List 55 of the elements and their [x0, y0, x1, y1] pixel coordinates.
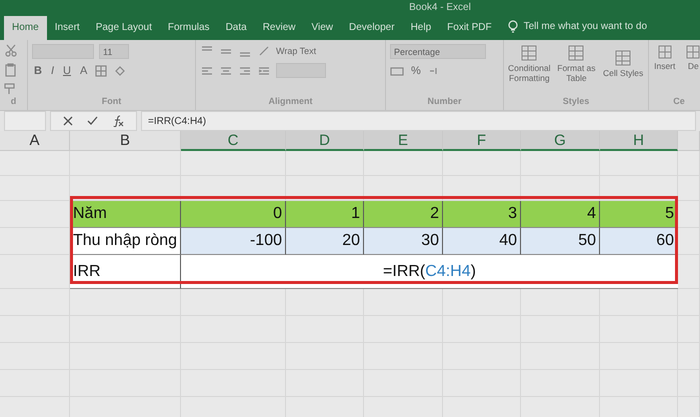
font-format-button[interactable]: U: [61, 65, 73, 77]
table-cell: 20: [286, 228, 364, 255]
window-title: Book4 - Excel: [409, 2, 471, 14]
table-cell: 5: [600, 201, 678, 228]
font-format-button[interactable]: A: [78, 65, 90, 77]
group-label: Number: [426, 96, 462, 108]
table-cell: 1: [286, 201, 364, 228]
ribbon-tab[interactable]: Insert: [46, 16, 88, 40]
font-size-field[interactable]: 11: [99, 44, 129, 59]
tell-me-field[interactable]: Tell me what you want to do: [524, 21, 648, 32]
ribbon-tab[interactable]: Foxit PDF: [439, 16, 500, 40]
ribbon-tab[interactable]: Developer: [340, 16, 403, 40]
table-cell: 40: [443, 228, 521, 255]
table-cell: 3: [443, 201, 521, 228]
ribbon-tab[interactable]: Help: [402, 16, 440, 40]
group-label: d: [10, 96, 18, 108]
table-cell: -100: [181, 228, 286, 255]
font-format-button[interactable]: I: [48, 65, 56, 77]
column-header[interactable]: E: [364, 131, 443, 151]
table-cell: 50: [521, 228, 600, 255]
group-label: Styles: [562, 96, 590, 108]
column-header[interactable]: A: [0, 131, 70, 151]
styles-button[interactable]: Cell Styles: [602, 48, 644, 79]
table-cell: 4: [521, 201, 600, 228]
table-cell: Năm: [70, 201, 181, 228]
table-cell: 60: [600, 228, 678, 255]
table-cell: Thu nhập ròng: [70, 228, 181, 255]
ribbon-tab[interactable]: Page Layout: [88, 16, 160, 40]
formula-cell: =IRR(C4:H4): [181, 255, 678, 289]
ribbon-tab[interactable]: Review: [254, 16, 304, 40]
formula-field[interactable]: =IRR(C4:H4): [141, 111, 696, 131]
ribbon-tab[interactable]: View: [303, 16, 341, 40]
column-header[interactable]: G: [521, 131, 600, 151]
number-format-field[interactable]: Percentage: [390, 44, 486, 59]
group-label: Ce: [672, 96, 686, 108]
styles-button[interactable]: Format as Table: [556, 44, 598, 84]
ribbon-tab[interactable]: Data: [218, 16, 255, 40]
table-cell: 0: [181, 201, 286, 228]
percent-button[interactable]: %: [409, 65, 423, 77]
cells-button[interactable]: Insert: [653, 44, 676, 72]
column-header[interactable]: C: [181, 131, 286, 151]
ribbon-tab[interactable]: Home: [4, 16, 47, 40]
column-header[interactable]: H: [600, 131, 678, 151]
table-cell: 2: [364, 201, 443, 228]
cells-button[interactable]: De: [682, 44, 700, 72]
font-format-button[interactable]: B: [32, 65, 44, 77]
group-label: Font: [100, 96, 122, 108]
group-label: Alignment: [268, 96, 314, 108]
column-header[interactable]: F: [443, 131, 521, 151]
styles-button[interactable]: Conditional Formatting: [508, 44, 551, 84]
wrap-text-button[interactable]: Wrap Text: [276, 46, 316, 56]
table-cell: 30: [364, 228, 443, 255]
column-header[interactable]: B: [70, 131, 181, 151]
ribbon-tab[interactable]: Formulas: [160, 16, 218, 40]
column-header[interactable]: D: [286, 131, 364, 151]
